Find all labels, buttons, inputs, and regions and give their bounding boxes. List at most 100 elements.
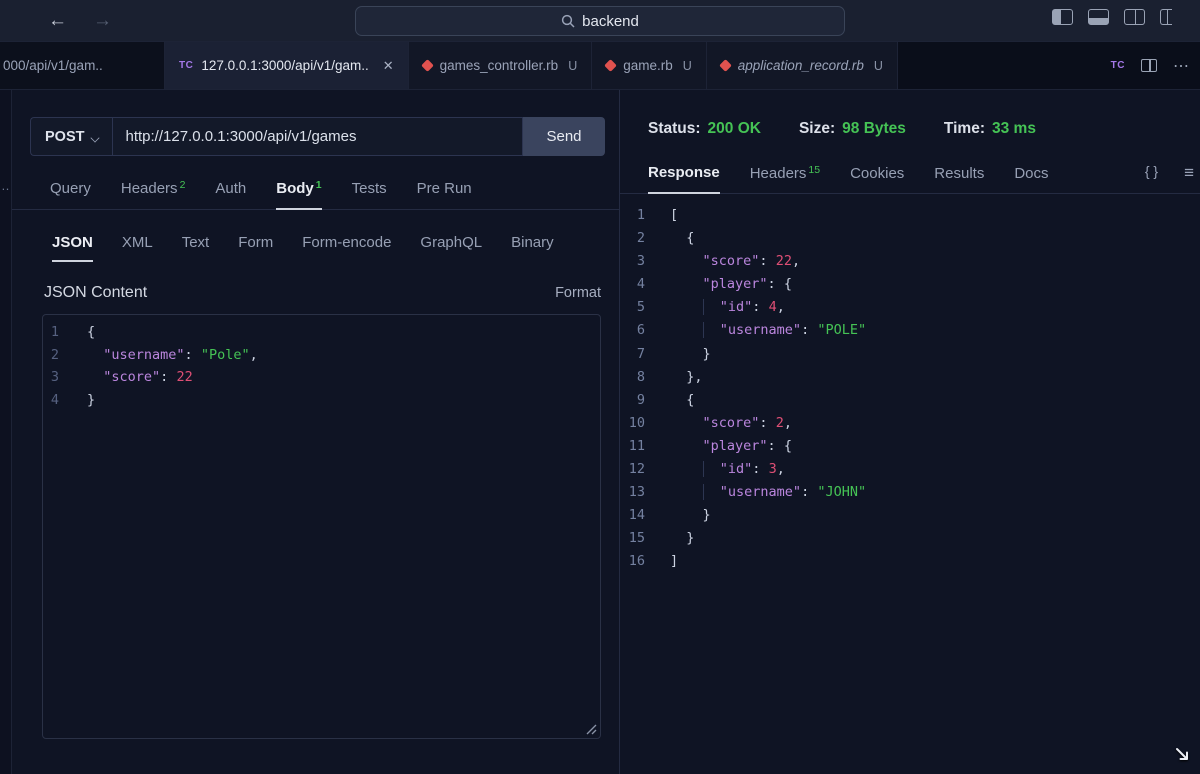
chevron-down-icon [91,134,100,140]
tab-docs[interactable]: Docs [1014,165,1048,193]
code-line: 9 { [620,389,1200,412]
tab-results[interactable]: Results [934,165,984,193]
tab-label: Results [934,165,985,182]
split-layout-icon[interactable] [1124,9,1145,25]
send-button[interactable]: Send [523,117,605,156]
code-line: 2 "username": "Pole", [43,344,600,367]
menu-icon[interactable]: ≡ [1184,163,1194,183]
untracked-badge: U [682,58,692,73]
tab-pre-run[interactable]: Pre Run [417,180,472,209]
toggle-panel-icon[interactable] [1088,9,1109,25]
tab-graphql[interactable]: GraphQL [420,234,482,262]
code-line: 10 "score": 2, [620,412,1200,435]
tab-xml[interactable]: XML [122,234,153,262]
body-count: 1 [315,179,322,191]
url-input[interactable] [112,117,523,156]
line-number: 10 [628,414,645,431]
tab-form[interactable]: Form [238,234,273,262]
tab-label: 000/api/v1/gam.. [3,58,103,73]
title-bar: ← → backend [0,0,1200,42]
tab-auth[interactable]: Auth [215,180,246,209]
format-button[interactable]: Format [555,285,601,301]
method-select[interactable]: POST [30,117,113,156]
tab-response-headers[interactable]: Headers 15 [750,164,821,193]
response-tabs: Response Headers 15 Cookies Results Docs … [620,163,1200,194]
thunder-client-icon: TC [179,60,194,71]
tab-thunder-request[interactable]: TC 127.0.0.1:3000/api/v1/gam.. ✕ [165,42,409,89]
history-nav: ← → [48,10,112,32]
line-number: 14 [628,507,645,524]
global-search-input[interactable]: backend [355,6,845,36]
response-body[interactable]: 1[2 {3 "score": 22, 4 "player": {5 "id": … [620,204,1200,574]
status-group: Status: 200 OK [648,120,761,138]
collapsed-activity-strip[interactable]: … [0,90,12,774]
line-number: 3 [50,369,59,386]
time-label: Time: [943,120,985,137]
tab-cookies[interactable]: Cookies [850,165,904,193]
tab-tests[interactable]: Tests [352,180,387,209]
line-number: 13 [628,484,645,501]
tab-query[interactable]: Query [50,180,91,209]
back-icon[interactable]: ← [48,10,67,32]
raw-json-icon[interactable]: { } [1145,163,1158,183]
line-number: 2 [636,230,645,247]
tab-text[interactable]: Text [182,234,210,262]
resize-grip-icon[interactable] [584,722,597,735]
ruby-file-icon [718,59,732,72]
json-content-title: JSON Content [44,284,148,301]
split-editor-icon[interactable] [1141,59,1157,72]
tab-label: Query [50,180,91,197]
request-body-editor[interactable]: 1{2 "username": "Pole", 3 "score": 22 4} [42,314,601,739]
line-number: 6 [636,322,645,339]
tab-body[interactable]: Body 1 [276,179,322,210]
code-line: 8 }, [620,366,1200,389]
code-line: 16] [620,550,1200,573]
tab-games-controller[interactable]: games_controller.rb U [408,42,593,89]
toggle-sidebar-icon[interactable] [1052,9,1073,25]
code-line: 13 "username": "JOHN" [620,481,1200,504]
code-line: 6 "username": "POLE" [620,319,1200,342]
tab-label: Cookies [850,165,905,182]
more-actions-icon[interactable]: ⋯ [1173,56,1190,76]
tab-actions: TC ⋯ [1094,42,1200,89]
tab-form-encode[interactable]: Form-encode [302,234,391,262]
request-url-row: POST Send [30,117,605,156]
forward-icon[interactable]: → [93,10,112,32]
size-value: 98 Bytes [842,120,906,137]
line-number: 2 [50,346,59,363]
overflow-ellipsis-icon: … [1,178,11,193]
editor-tab-bar: 000/api/v1/gam.. TC 127.0.0.1:3000/api/v… [0,42,1200,90]
layout-controls [1052,9,1200,25]
line-number: 3 [636,253,645,270]
code-line: 12 "id": 3, [620,458,1200,481]
response-panel: Status: 200 OK Size: 98 Bytes Time: 33 m… [620,90,1200,774]
layout-overflow-icon[interactable] [1160,9,1172,25]
code-line: 2 { [620,227,1200,250]
resize-cursor-icon [1176,748,1188,760]
time-value: 33 ms [991,120,1036,137]
thunder-client-icon[interactable]: TC [1111,60,1125,71]
close-icon[interactable]: ✕ [383,58,394,74]
tab-overflow-request[interactable]: 000/api/v1/gam.. [0,42,165,89]
tab-binary[interactable]: Binary [511,234,554,262]
tab-response[interactable]: Response [648,164,720,194]
line-number: 11 [628,437,645,454]
ruby-file-icon [420,59,434,72]
app-window: ← → backend 000/api/v1/gam.. TC 127.0.0.… [0,0,1200,774]
line-number: 8 [636,368,645,385]
tab-headers[interactable]: Headers 2 [120,179,186,209]
code-line: 4 "player": { [620,273,1200,296]
line-number: 1 [50,324,59,340]
request-panel: POST Send Query Headers2 Auth Body1 Test… [12,90,620,774]
tab-label: Headers [120,180,178,197]
tab-game-rb[interactable]: game.rb U [592,42,707,89]
size-label: Size: [798,120,836,137]
line-number: 12 [628,461,645,478]
tab-label: Docs [1014,165,1049,182]
tab-application-record[interactable]: application_record.rb U [706,42,898,89]
response-headers-count: 15 [808,164,821,176]
line-number: 4 [636,276,645,293]
code-line: 14 } [620,504,1200,527]
untracked-badge: U [568,58,578,73]
tab-json[interactable]: JSON [52,234,93,262]
